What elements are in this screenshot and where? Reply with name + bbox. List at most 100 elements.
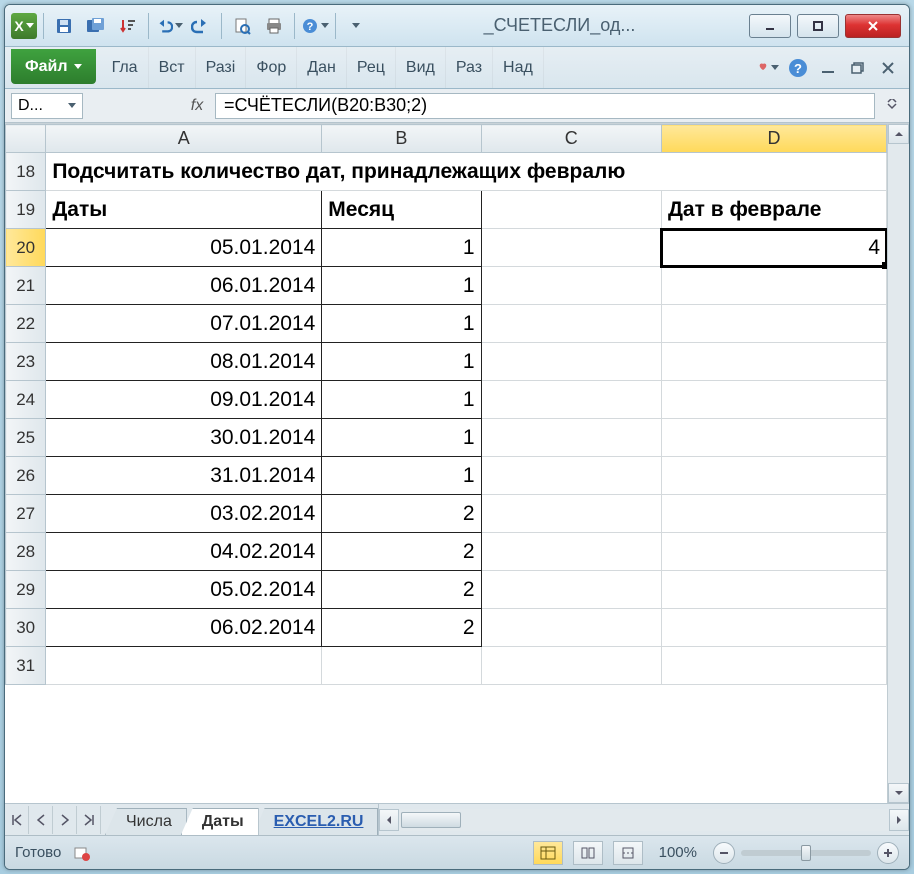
cell[interactable]: 1 [322, 457, 481, 495]
row-header[interactable]: 30 [6, 609, 46, 647]
cell[interactable] [481, 533, 661, 571]
cell[interactable] [661, 571, 886, 609]
cell[interactable] [481, 495, 661, 533]
row-header[interactable]: 31 [6, 647, 46, 685]
column-header[interactable]: C [481, 125, 661, 153]
row-header[interactable]: 26 [6, 457, 46, 495]
maximize-button[interactable] [797, 14, 839, 38]
sheet-prev-icon[interactable] [29, 806, 53, 834]
cell[interactable] [481, 343, 661, 381]
row-header[interactable]: 21 [6, 267, 46, 305]
zoom-out-button[interactable] [713, 842, 735, 864]
cell[interactable] [661, 533, 886, 571]
cell[interactable] [661, 419, 886, 457]
cell[interactable] [661, 609, 886, 647]
saveas-icon[interactable] [82, 12, 110, 40]
ribbon-tab[interactable]: Рец [347, 47, 396, 88]
row-header[interactable]: 29 [6, 571, 46, 609]
cell[interactable] [481, 267, 661, 305]
cell[interactable] [481, 229, 661, 267]
cell[interactable] [46, 647, 322, 685]
macro-record-icon[interactable] [71, 842, 93, 864]
cell[interactable]: 04.02.2014 [46, 533, 322, 571]
formula-input[interactable]: =СЧЁТЕСЛИ(B20:B30;2) [215, 93, 875, 119]
cell[interactable] [661, 305, 886, 343]
fx-icon[interactable]: fx [185, 97, 209, 115]
ribbon-tab[interactable]: Вид [396, 47, 446, 88]
minimize-button[interactable] [749, 14, 791, 38]
row-header[interactable]: 22 [6, 305, 46, 343]
zoom-in-button[interactable] [877, 842, 899, 864]
sheet-first-icon[interactable] [5, 806, 29, 834]
sort-icon[interactable] [114, 12, 142, 40]
row-header[interactable]: 24 [6, 381, 46, 419]
qat-customize-icon[interactable] [342, 12, 370, 40]
undo-icon[interactable] [155, 12, 183, 40]
close-button[interactable] [845, 14, 901, 38]
row-header[interactable]: 23 [6, 343, 46, 381]
cell[interactable]: 03.02.2014 [46, 495, 322, 533]
row-header[interactable]: 20 [6, 229, 46, 267]
ribbon-tab[interactable]: Дан [297, 47, 347, 88]
cell[interactable] [481, 609, 661, 647]
restore-doc-icon[interactable] [847, 57, 869, 79]
row-header[interactable]: 18 [6, 153, 46, 191]
row-header[interactable]: 28 [6, 533, 46, 571]
cell[interactable]: 1 [322, 343, 481, 381]
cell[interactable]: 06.02.2014 [46, 609, 322, 647]
cell[interactable]: 07.01.2014 [46, 305, 322, 343]
cell[interactable] [481, 647, 661, 685]
name-box[interactable]: D... [11, 93, 83, 119]
cell[interactable]: 30.01.2014 [46, 419, 322, 457]
cell[interactable]: Дат в феврале [661, 191, 886, 229]
ribbon-tab[interactable]: Раз [446, 47, 493, 88]
scrollbar-thumb[interactable] [401, 812, 461, 828]
zoom-slider[interactable] [741, 850, 871, 856]
row-header[interactable]: 25 [6, 419, 46, 457]
cell[interactable]: 1 [322, 381, 481, 419]
cell[interactable] [322, 647, 481, 685]
sheet-tab[interactable]: Числа [105, 808, 187, 835]
ribbon-tab[interactable]: Вст [149, 47, 196, 88]
favorite-icon[interactable] [757, 57, 779, 79]
cell[interactable]: 05.01.2014 [46, 229, 322, 267]
zoom-level[interactable]: 100% [659, 844, 697, 861]
ribbon-tab[interactable]: Фор [246, 47, 297, 88]
scroll-right-icon[interactable] [889, 809, 909, 831]
cell[interactable]: 31.01.2014 [46, 457, 322, 495]
cell[interactable] [481, 191, 661, 229]
select-all-corner[interactable] [6, 125, 46, 153]
cell[interactable]: 1 [322, 229, 481, 267]
sheet-tab[interactable]: Даты [181, 808, 259, 835]
expand-formula-icon[interactable] [881, 99, 903, 113]
cell[interactable]: 2 [322, 495, 481, 533]
vertical-scrollbar[interactable] [887, 124, 909, 803]
minimize-doc-icon[interactable] [817, 57, 839, 79]
cell[interactable]: 08.01.2014 [46, 343, 322, 381]
help-icon[interactable]: ? [787, 57, 809, 79]
cell[interactable] [661, 647, 886, 685]
cell[interactable]: 2 [322, 571, 481, 609]
row-header[interactable]: 19 [6, 191, 46, 229]
spreadsheet-grid[interactable]: ABCD18Подсчитать количество дат, принадл… [5, 124, 887, 685]
view-normal-icon[interactable] [533, 841, 563, 865]
column-header[interactable]: A [46, 125, 322, 153]
cell[interactable] [661, 343, 886, 381]
cell[interactable] [661, 381, 886, 419]
preview-icon[interactable] [228, 12, 256, 40]
cell[interactable] [481, 419, 661, 457]
ribbon-file-tab[interactable]: Файл [11, 49, 96, 84]
cell[interactable]: 1 [322, 267, 481, 305]
print-icon[interactable] [260, 12, 288, 40]
sheet-tab[interactable]: EXCEL2.RU [253, 808, 379, 835]
scroll-up-icon[interactable] [888, 124, 909, 144]
cell[interactable] [481, 381, 661, 419]
cell[interactable]: 1 [322, 419, 481, 457]
column-header[interactable]: B [322, 125, 481, 153]
excel-app-icon[interactable]: X [11, 13, 37, 39]
scrollbar-track[interactable] [399, 809, 889, 831]
cell[interactable] [481, 457, 661, 495]
cell[interactable]: Месяц [322, 191, 481, 229]
cell[interactable]: Даты [46, 191, 322, 229]
ribbon-tab[interactable]: Разі [196, 47, 247, 88]
